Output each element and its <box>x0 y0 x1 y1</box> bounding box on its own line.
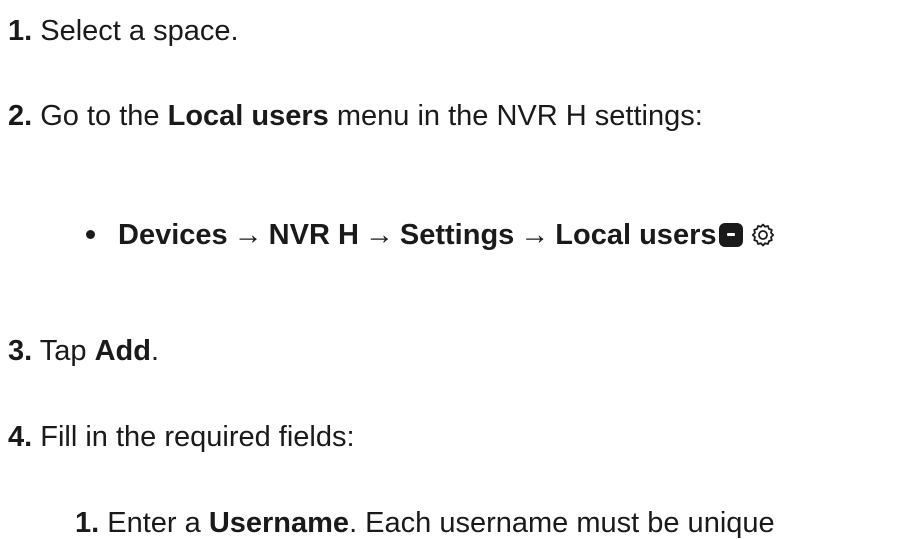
path-nvr: NVR H <box>268 218 359 251</box>
step-number: 3. <box>8 335 33 367</box>
step-text-post: . <box>150 335 159 367</box>
step-number: 1. <box>8 15 33 47</box>
arrow-icon: → <box>233 218 263 251</box>
path-local-users: Local users <box>555 218 717 251</box>
gear-icon <box>752 223 775 247</box>
step-text-post: menu in the NVR H settings: <box>336 100 703 132</box>
step-text: Select a space. <box>40 15 239 47</box>
step-2: 2. Go to the Local users menu in the NVR… <box>8 102 703 131</box>
menu-name-local-users: Local users <box>167 100 329 132</box>
step-number: 4. <box>8 421 33 453</box>
field-username: Username <box>208 507 350 539</box>
bullet-icon <box>86 229 95 239</box>
step-number: 2. <box>8 100 33 132</box>
arrow-icon: → <box>364 218 394 251</box>
step-1: 1. Select a space. <box>8 17 239 46</box>
arrow-icon: → <box>520 218 550 251</box>
navigation-path-item: Devices → NVR H → Settings → Local users <box>82 220 778 250</box>
step-3: 3. Tap Add. <box>8 337 159 366</box>
step-text-pre: Tap <box>39 335 87 367</box>
step-text: Fill in the required fields: <box>40 421 355 453</box>
substep-1: 1. Enter a Username. Each username must … <box>75 509 775 538</box>
path-settings: Settings <box>399 218 515 251</box>
path-devices: Devices <box>118 218 228 251</box>
substep-text-pre: Enter a <box>107 507 201 539</box>
substep-text-post: . Each username must be unique <box>349 507 775 539</box>
step-4: 4. Fill in the required fields: <box>8 423 355 452</box>
step-text-pre: Go to the <box>40 100 160 132</box>
minus-square-icon <box>719 223 744 247</box>
action-add: Add <box>94 335 151 367</box>
substep-number: 1. <box>75 507 100 539</box>
